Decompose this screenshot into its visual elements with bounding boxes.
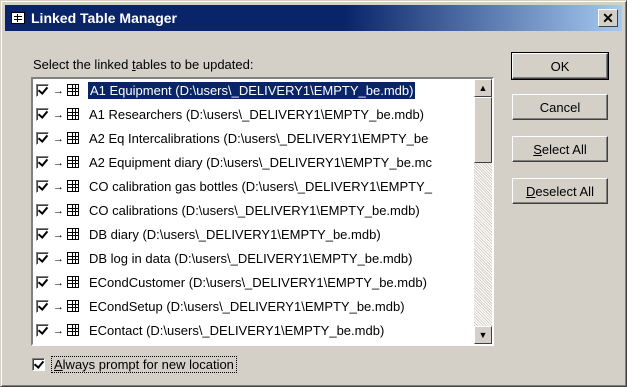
cancel-button[interactable]: Cancel xyxy=(512,94,608,120)
table-row[interactable]: → ECondCustomer (D:\users\_DELIVERY1\EMPT… xyxy=(33,271,474,295)
row-label: DB log in data (D:\users\_DELIVERY1\EMPT… xyxy=(89,251,413,266)
table-icon xyxy=(67,228,79,240)
table-icon xyxy=(67,276,79,288)
row-checkbox[interactable] xyxy=(36,324,49,337)
table-icon xyxy=(67,84,79,96)
row-checkbox[interactable] xyxy=(36,276,49,289)
linked-table-manager-dialog: Linked Table Manager ✕ Select the linked… xyxy=(0,0,627,387)
row-checkbox[interactable] xyxy=(36,108,49,121)
row-checkbox[interactable] xyxy=(36,252,49,265)
link-arrow-icon: → xyxy=(53,253,64,265)
table-row[interactable]: → CO calibration gas bottles (D:\users\_D… xyxy=(33,175,474,199)
table-row[interactable]: → ECondSetup (D:\users\_DELIVERY1\EMPTY_b… xyxy=(33,295,474,319)
row-checkbox[interactable] xyxy=(36,228,49,241)
linked-tables-rows: → A1 Equipment (D:\users\_DELIVERY1\EMPTY… xyxy=(33,79,474,344)
link-arrow-icon: → xyxy=(53,325,64,337)
select-all-button[interactable]: Select All xyxy=(512,136,608,162)
table-row[interactable]: → A2 Equipment diary (D:\users\_DELIVERY1… xyxy=(33,151,474,175)
link-arrow-icon: → xyxy=(53,133,64,145)
ok-button[interactable]: OK xyxy=(511,52,609,80)
table-icon xyxy=(67,204,79,216)
table-row[interactable]: → CO calibrations (D:\users\_DELIVERY1\EM… xyxy=(33,199,474,223)
row-label: A1 Equipment (D:\users\_DELIVERY1\EMPTY_… xyxy=(88,82,416,99)
always-prompt-option[interactable]: Always prompt for new location xyxy=(32,356,237,373)
row-label: A2 Equipment diary (D:\users\_DELIVERY1\… xyxy=(89,155,432,170)
scroll-up-button[interactable]: ▲ xyxy=(474,79,492,97)
instructions-label: Select the linked tables to be updated: xyxy=(33,57,254,72)
table-icon xyxy=(67,300,79,312)
always-prompt-label[interactable]: Always prompt for new location xyxy=(51,356,237,373)
row-label: EContact (D:\users\_DELIVERY1\EMPTY_be.m… xyxy=(89,323,385,338)
always-prompt-checkbox[interactable] xyxy=(32,358,45,371)
scroll-thumb[interactable] xyxy=(474,97,492,163)
link-arrow-icon: → xyxy=(53,85,64,97)
row-label: DB diary (D:\users\_DELIVERY1\EMPTY_be.m… xyxy=(89,227,381,242)
close-button[interactable]: ✕ xyxy=(598,9,618,27)
title-bar[interactable]: Linked Table Manager ✕ xyxy=(5,5,622,31)
row-label: A2 Eq Intercalibrations (D:\users\_DELIV… xyxy=(89,131,429,146)
table-icon xyxy=(67,132,79,144)
scroll-down-button[interactable]: ▼ xyxy=(474,326,492,344)
table-row[interactable]: → DB diary (D:\users\_DELIVERY1\EMPTY_be.… xyxy=(33,223,474,247)
table-row[interactable]: → A1 Equipment (D:\users\_DELIVERY1\EMPTY… xyxy=(33,79,474,103)
table-icon xyxy=(67,156,79,168)
row-label: CO calibration gas bottles (D:\users\_DE… xyxy=(89,179,432,194)
link-arrow-icon: → xyxy=(53,301,64,313)
row-label: A1 Researchers (D:\users\_DELIVERY1\EMPT… xyxy=(89,107,425,122)
table-icon xyxy=(67,324,79,336)
deselect-all-button[interactable]: Deselect All xyxy=(512,178,608,204)
row-checkbox[interactable] xyxy=(36,180,49,193)
row-checkbox[interactable] xyxy=(36,132,49,145)
link-arrow-icon: → xyxy=(53,205,64,217)
row-label: CO calibrations (D:\users\_DELIVERY1\EMP… xyxy=(89,203,420,218)
table-row[interactable]: → EContact (D:\users\_DELIVERY1\EMPTY_be.… xyxy=(33,319,474,343)
link-arrow-icon: → xyxy=(53,157,64,169)
link-arrow-icon: → xyxy=(53,277,64,289)
row-checkbox[interactable] xyxy=(36,156,49,169)
link-arrow-icon: → xyxy=(53,109,64,121)
table-icon xyxy=(67,108,79,120)
table-row[interactable]: → A1 Researchers (D:\users\_DELIVERY1\EMP… xyxy=(33,103,474,127)
table-icon xyxy=(67,180,79,192)
row-label: ECondCustomer (D:\users\_DELIVERY1\EMPTY… xyxy=(89,275,427,290)
row-checkbox[interactable] xyxy=(36,300,49,313)
vertical-scrollbar[interactable]: ▲ ▼ xyxy=(474,79,492,344)
link-arrow-icon: → xyxy=(53,181,64,193)
link-arrow-icon: → xyxy=(53,229,64,241)
table-row[interactable]: → DB log in data (D:\users\_DELIVERY1\EMP… xyxy=(33,247,474,271)
linked-tables-list[interactable]: → A1 Equipment (D:\users\_DELIVERY1\EMPTY… xyxy=(31,77,494,346)
row-checkbox[interactable] xyxy=(36,84,49,97)
table-icon xyxy=(11,12,25,24)
table-row[interactable]: → A2 Eq Intercalibrations (D:\users\_DELI… xyxy=(33,127,474,151)
row-checkbox[interactable] xyxy=(36,204,49,217)
window-title: Linked Table Manager xyxy=(31,10,177,26)
row-label: ECondSetup (D:\users\_DELIVERY1\EMPTY_be… xyxy=(89,299,405,314)
table-icon xyxy=(67,252,79,264)
